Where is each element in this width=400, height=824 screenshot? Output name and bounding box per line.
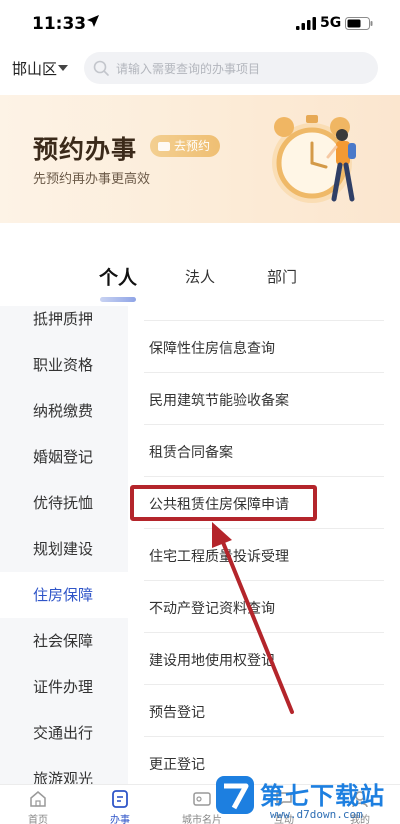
category-item[interactable]: 规划建设 — [0, 526, 128, 572]
service-item-label: 不动产登记资料查询 — [149, 601, 275, 617]
hand-icon — [158, 142, 170, 151]
status-time: 11:33 — [32, 14, 87, 34]
appointment-button-label: 去预约 — [174, 139, 211, 153]
district-selector[interactable]: 邯山区 — [12, 58, 57, 79]
signal-icon — [296, 17, 316, 30]
appointment-button[interactable]: 去预约 — [150, 135, 221, 157]
banner-title: 预约办事 — [33, 135, 138, 164]
category-item-active[interactable]: 住房保障 — [0, 572, 128, 618]
service-item[interactable]: 租赁合同备案 — [144, 425, 384, 477]
category-item[interactable]: 抵押质押 — [0, 306, 128, 342]
watermark-text: 第七下载站 — [260, 782, 385, 810]
category-label: 婚姻登记 — [33, 448, 94, 466]
category-sidebar: 抵押质押 职业资格 纳税缴费 婚姻登记 优待抚恤 规划建设 住房保障 社会保障 … — [0, 306, 128, 784]
service-item[interactable]: 建设用地使用权登记 — [144, 633, 384, 685]
service-item[interactable]: 不动产登记资料查询 — [144, 581, 384, 633]
service-item[interactable]: 民用建筑节能验收备案 — [144, 373, 384, 425]
service-icon — [112, 790, 128, 808]
service-item[interactable]: 保障性住房信息查询 — [144, 321, 384, 373]
category-item[interactable]: 证件办理 — [0, 664, 128, 710]
service-item[interactable]: 住宅工程质量投诉受理 — [144, 529, 384, 581]
category-item[interactable]: 社会保障 — [0, 618, 128, 664]
service-item-label: 预告登记 — [149, 705, 205, 721]
site-watermark: 第七下载站 www.d7down.com — [208, 770, 398, 824]
category-label: 纳税缴费 — [33, 402, 94, 420]
service-item-label: 建设用地使用权登记 — [149, 653, 275, 669]
category-label: 社会保障 — [33, 632, 94, 650]
service-item-label: 租赁合同备案 — [149, 445, 233, 461]
category-label: 职业资格 — [33, 356, 94, 374]
watermark-logo-icon — [216, 776, 254, 814]
service-item-list: 保障性住房信息查询 民用建筑节能验收备案 租赁合同备案 公共租赁住房保障申请 住… — [128, 306, 400, 784]
service-item-label: 更正登记 — [149, 757, 205, 773]
nav-service[interactable]: 办事 — [90, 787, 150, 824]
nav-home[interactable]: 首页 — [8, 787, 68, 824]
category-item[interactable]: 纳税缴费 — [0, 388, 128, 434]
category-label: 优待抚恤 — [33, 494, 94, 512]
category-label: 住房保障 — [33, 586, 94, 604]
chevron-down-icon[interactable] — [58, 65, 68, 71]
service-item[interactable]: 预告登记 — [144, 685, 384, 737]
category-label: 交通出行 — [33, 724, 94, 742]
category-item[interactable]: 婚姻登记 — [0, 434, 128, 480]
category-item[interactable]: 旅游观光 — [0, 756, 128, 784]
category-item[interactable]: 职业资格 — [0, 342, 128, 388]
search-icon — [93, 60, 109, 76]
search-input[interactable]: 请输入需要查询的办事项目 — [84, 52, 378, 84]
appointment-banner[interactable]: 预约办事 去预约 先预约再办事更高效 — [0, 95, 400, 223]
watermark-url: www.d7down.com — [270, 808, 363, 821]
tab-bar: 个人 法人 部门 — [0, 260, 400, 306]
service-item-label: 民用建筑节能验收备案 — [149, 393, 289, 409]
service-item-label: 保障性住房信息查询 — [149, 341, 275, 357]
home-icon — [30, 791, 46, 807]
alarm-clock-illustration — [272, 115, 356, 203]
tab-personal[interactable]: 个人 — [99, 263, 137, 290]
category-label: 证件办理 — [33, 678, 94, 696]
location-arrow-icon — [87, 15, 99, 27]
network-type: 5G — [320, 15, 342, 31]
search-placeholder: 请输入需要查询的办事项目 — [116, 62, 261, 76]
top-bar: 邯山区 请输入需要查询的办事项目 — [0, 48, 400, 90]
active-tab-indicator — [100, 297, 136, 302]
category-label: 规划建设 — [33, 540, 94, 558]
banner-subtitle: 先预约再办事更高效 — [33, 172, 151, 187]
category-label: 旅游观光 — [33, 770, 94, 784]
category-item[interactable]: 优待抚恤 — [0, 480, 128, 526]
tab-legal-entity[interactable]: 法人 — [185, 266, 215, 287]
category-label: 抵押质押 — [33, 310, 94, 328]
category-item[interactable]: 交通出行 — [0, 710, 128, 756]
tab-department[interactable]: 部门 — [267, 266, 297, 287]
nav-label: 办事 — [110, 815, 130, 824]
service-item-label: 住宅工程质量投诉受理 — [149, 549, 289, 565]
status-bar: 11:33 5G — [0, 0, 400, 44]
nav-label: 首页 — [28, 815, 48, 824]
highlight-box — [130, 485, 317, 521]
battery-icon — [345, 17, 373, 30]
